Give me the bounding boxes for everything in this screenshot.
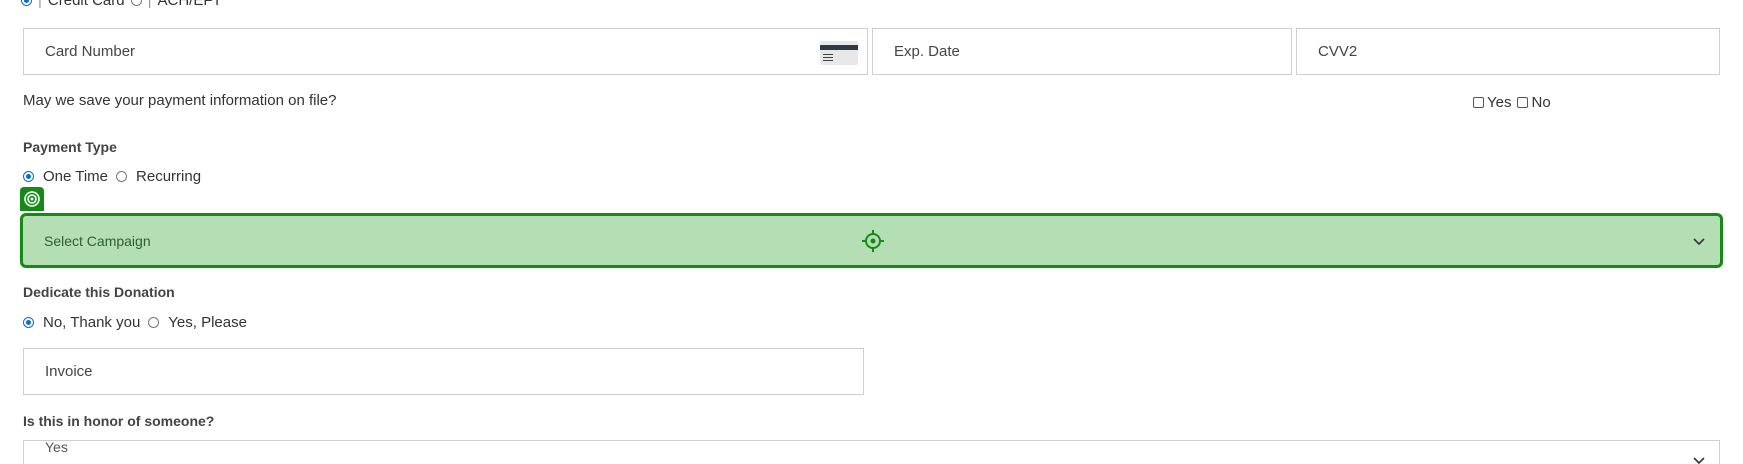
- exp-date-input[interactable]: Exp. Date: [872, 28, 1292, 75]
- save-no-label: No: [1531, 93, 1551, 111]
- cvv-input[interactable]: CVV2: [1296, 28, 1720, 75]
- honor-heading: Is this in honor of someone?: [23, 413, 215, 429]
- honor-chevron-down-icon[interactable]: [1692, 456, 1706, 464]
- recurring-label: Recurring: [136, 167, 202, 185]
- target-badge-icon: [20, 187, 44, 211]
- dedicate-heading: Dedicate this Donation: [23, 284, 175, 300]
- honor-selected-value: Yes: [45, 439, 68, 455]
- ach-eft-label: ACH/EFT: [157, 0, 222, 9]
- invoice-placeholder: Invoice: [45, 363, 93, 380]
- cvv-placeholder: CVV2: [1318, 43, 1358, 60]
- dedicate-options: No, Thank you Yes, Please: [23, 312, 247, 332]
- radio-dedicate-yes[interactable]: [148, 316, 160, 328]
- radio-recurring[interactable]: [116, 170, 128, 182]
- one-time-label: One Time: [43, 167, 109, 185]
- campaign-placeholder: Select Campaign: [44, 232, 151, 249]
- dedicate-no-label: No, Thank you: [43, 313, 141, 331]
- donation-form: | Credit Card | ACH/EFT Card Number Exp.…: [0, 0, 1743, 464]
- radio-credit-card[interactable]: [21, 0, 32, 6]
- save-no-checkbox[interactable]: [1517, 96, 1529, 108]
- chevron-down-icon[interactable]: [1692, 237, 1706, 247]
- invoice-input[interactable]: Invoice: [23, 348, 864, 395]
- radio-ach-eft[interactable]: [130, 0, 142, 6]
- credit-card-label: Credit Card: [47, 0, 125, 9]
- card-number-input[interactable]: Card Number: [23, 28, 868, 75]
- payment-method-row: | Credit Card | ACH/EFT: [21, 0, 222, 10]
- radio-one-time[interactable]: [23, 170, 34, 182]
- save-info-question: May we save your payment information on …: [23, 92, 337, 109]
- payment-type-options: One Time Recurring: [23, 166, 201, 186]
- save-yes-checkbox[interactable]: [1473, 96, 1484, 108]
- save-info-options: Yes No: [1473, 92, 1551, 112]
- radio-dedicate-no[interactable]: [23, 316, 34, 328]
- save-yes-label: Yes: [1487, 93, 1512, 111]
- card-number-placeholder: Card Number: [45, 43, 136, 60]
- honor-select[interactable]: Yes: [23, 439, 1720, 464]
- payment-type-heading: Payment Type: [23, 139, 117, 155]
- exp-date-placeholder: Exp. Date: [894, 43, 960, 60]
- crosshair-icon: [862, 230, 884, 252]
- credit-card-icon: [820, 41, 858, 65]
- dedicate-yes-label: Yes, Please: [168, 313, 247, 331]
